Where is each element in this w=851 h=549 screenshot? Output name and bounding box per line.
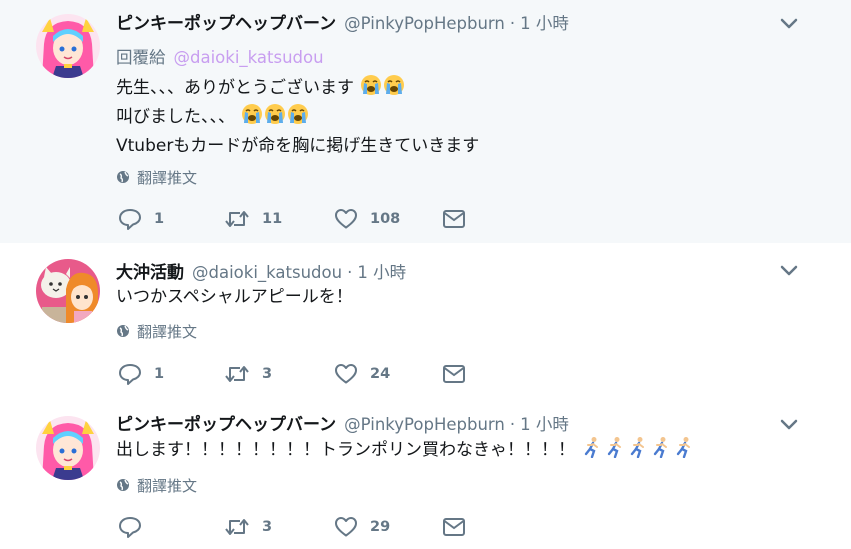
like-icon <box>335 364 357 384</box>
tweet-text-line: Vtuberもカードが命を胸に掲げ生きていきます <box>116 132 479 161</box>
translate-label: 翻譯推文 <box>137 168 198 187</box>
globe-icon <box>117 325 129 337</box>
reply-button[interactable]: 1 <box>118 361 164 387</box>
retweet-icon <box>225 211 249 227</box>
tweet-text-line: 先生、、、ありがとうございます <box>116 74 479 103</box>
tweet-actions: 1 11 108 <box>118 206 478 232</box>
retweet-button[interactable]: 3 <box>224 514 272 540</box>
timestamp[interactable]: 1 小時 <box>357 259 406 283</box>
tweet-header: ピンキーポップヘップバーン @PinkyPopHepburn · 1 小時 <box>116 410 569 436</box>
tweet[interactable]: ピンキーポップヘップバーン @PinkyPopHepburn · 1 小時 回覆… <box>0 0 851 243</box>
reply-icon <box>119 209 141 230</box>
timestamp[interactable]: 1 小時 <box>520 10 569 34</box>
tweet-text: 出します！！！！！！！！トランポリン買わなきゃ！！！！ <box>116 436 695 465</box>
crying-face-emoji <box>288 104 309 124</box>
translate-label: 翻譯推文 <box>137 322 198 341</box>
separator: · <box>509 14 516 33</box>
tweet-header: 大沖活動 @daioki_katsudou · 1 小時 <box>116 258 406 284</box>
tweet-text-line: 叫びました、、、 <box>116 103 479 132</box>
running-person-emoji <box>654 437 668 458</box>
retweet-icon <box>225 366 249 382</box>
display-name[interactable]: ピンキーポップヘップバーン <box>116 410 336 435</box>
reply-prefix: 回覆給 <box>116 48 166 67</box>
chevron-down-icon[interactable] <box>779 17 799 31</box>
reply-icon <box>119 364 141 385</box>
globe-icon <box>117 171 129 183</box>
globe-icon <box>117 479 129 491</box>
translate-tweet-link[interactable]: 翻譯推文 <box>116 476 198 495</box>
translate-label: 翻譯推文 <box>137 476 198 495</box>
user-handle[interactable]: @PinkyPopHepburn <box>344 415 505 434</box>
running-person-emoji <box>585 437 599 458</box>
direct-message-button[interactable] <box>442 514 466 540</box>
separator: · <box>347 263 353 282</box>
tweet-text: いつかスペシャルアピールを！ <box>116 283 353 312</box>
tweet-text-line-content: 叫びました、、、 <box>116 107 235 127</box>
direct-message-icon <box>443 518 465 536</box>
tweet-text-line: いつかスペシャルアピールを！ <box>116 283 353 312</box>
separator: · <box>509 415 516 434</box>
tweet-text-line: 出します！！！！！！！！トランポリン買わなきゃ！！！！ <box>116 436 695 465</box>
reply-context: 回覆給 @daioki_katsudou <box>116 44 324 68</box>
chevron-down-icon[interactable] <box>779 418 799 432</box>
retweet-button[interactable]: 3 <box>224 361 272 387</box>
running-person-emoji <box>608 437 622 458</box>
like-count: 24 <box>370 366 391 382</box>
avatar[interactable] <box>36 416 100 480</box>
reply-to-link[interactable]: @daioki_katsudou <box>174 48 324 67</box>
crying-face-emoji <box>265 104 286 124</box>
tweet[interactable]: 大沖活動 @daioki_katsudou · 1 小時 いつかスペシャルアピー… <box>0 243 851 401</box>
user-handle[interactable]: @PinkyPopHepburn <box>344 14 505 33</box>
direct-message-button[interactable] <box>442 206 466 232</box>
like-count: 29 <box>370 519 391 535</box>
avatar[interactable] <box>36 259 100 323</box>
translate-tweet-link[interactable]: 翻譯推文 <box>116 168 198 187</box>
retweet-count: 3 <box>262 519 273 535</box>
reply-count: 1 <box>154 366 165 382</box>
running-person-emoji <box>677 437 691 458</box>
display-name[interactable]: ピンキーポップヘップバーン <box>116 9 336 34</box>
reply-button[interactable]: 1 <box>118 206 164 232</box>
like-button[interactable]: 24 <box>334 361 390 387</box>
running-person-emoji <box>631 437 645 458</box>
like-button[interactable]: 108 <box>334 206 400 232</box>
tweet-text-line-content: いつかスペシャルアピールを！ <box>116 287 353 307</box>
reply-button[interactable] <box>118 514 154 540</box>
tweet[interactable]: ピンキーポップヘップバーン @PinkyPopHepburn · 1 小時 出し… <box>0 401 851 549</box>
tweet-actions: 1 3 24 <box>118 361 478 387</box>
retweet-count: 11 <box>262 211 283 227</box>
retweet-icon <box>225 519 249 535</box>
tweet-text-line-content: 先生、、、ありがとうございます <box>116 78 354 98</box>
user-handle[interactable]: @daioki_katsudou <box>192 263 342 282</box>
retweet-count: 3 <box>262 366 273 382</box>
direct-message-button[interactable] <box>442 361 466 387</box>
crying-face-emoji <box>242 104 263 124</box>
reply-count: 1 <box>154 211 165 227</box>
like-icon <box>335 209 357 229</box>
like-button[interactable]: 29 <box>334 514 390 540</box>
chevron-down-icon[interactable] <box>779 264 799 278</box>
tweet-actions: 3 29 <box>118 514 478 540</box>
direct-message-icon <box>443 365 465 383</box>
crying-face-emoji <box>361 75 382 95</box>
like-icon <box>335 517 357 537</box>
reply-icon <box>119 517 141 538</box>
avatar[interactable] <box>36 14 100 78</box>
translate-tweet-link[interactable]: 翻譯推文 <box>116 322 198 341</box>
tweet-text-line-content: Vtuberもカードが命を胸に掲げ生きていきます <box>116 136 480 156</box>
like-count: 108 <box>370 211 401 227</box>
retweet-button[interactable]: 11 <box>224 206 282 232</box>
display-name[interactable]: 大沖活動 <box>116 258 184 283</box>
tweet-text-line-content: 出します！！！！！！！！トランポリン買わなきゃ！！！！ <box>116 440 575 460</box>
direct-message-icon <box>443 210 465 228</box>
tweet-header: ピンキーポップヘップバーン @PinkyPopHepburn · 1 小時 <box>116 9 569 35</box>
crying-face-emoji <box>384 75 405 95</box>
tweet-text: 先生、、、ありがとうございます 叫びました、、、 Vtuberもカードが命を胸に… <box>116 74 479 161</box>
timestamp[interactable]: 1 小時 <box>520 411 569 435</box>
